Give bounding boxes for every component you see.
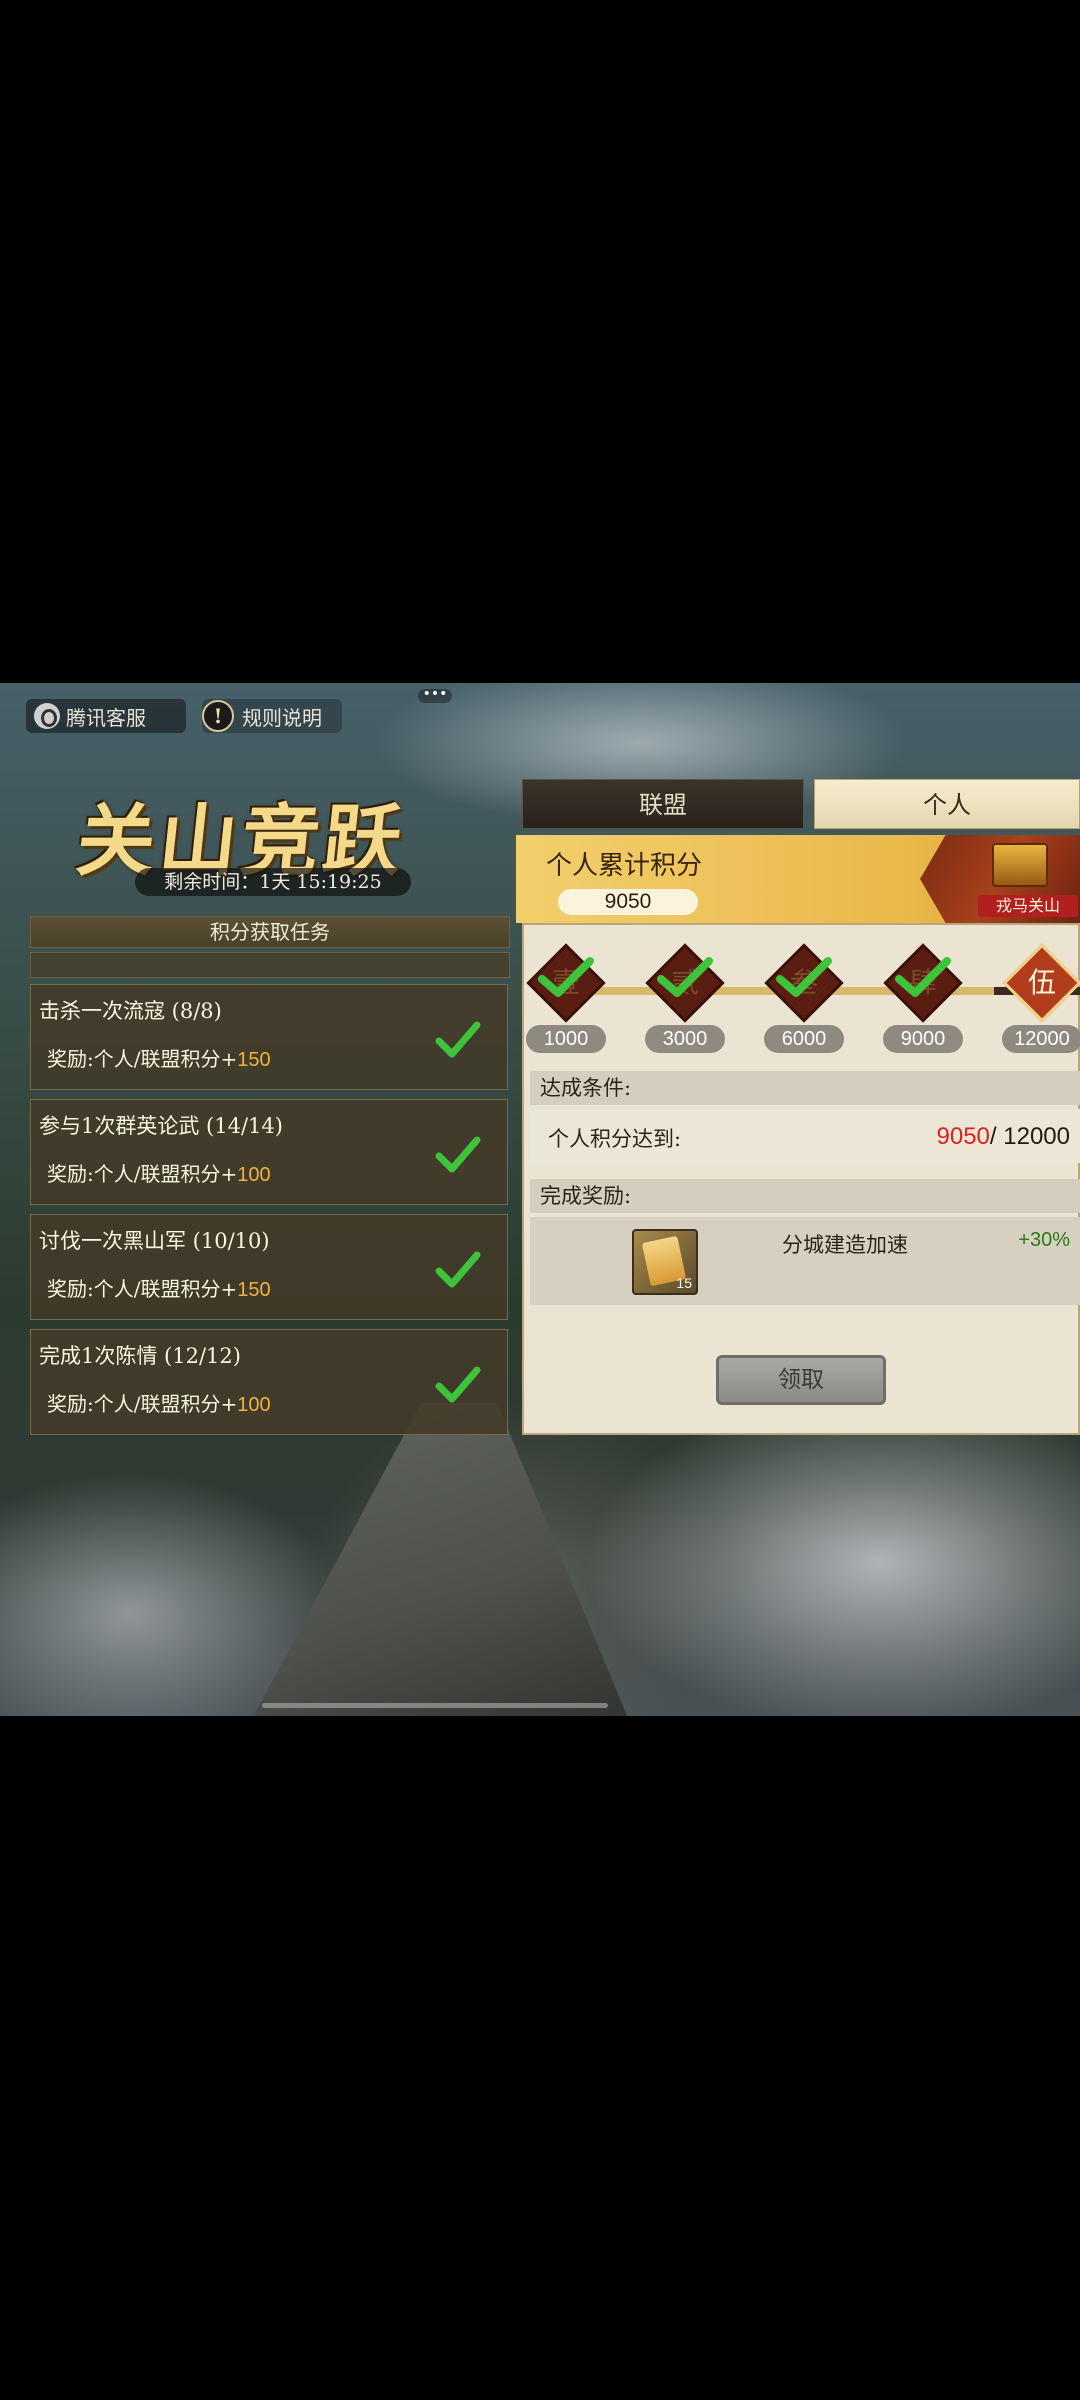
task-reward: 奖励:个人/联盟积分+150 [47,1277,271,1301]
exclamation-icon: ! [202,700,234,732]
task-card: 击杀一次流寇 (8/8) 奖励:个人/联盟积分+150 [30,984,508,1090]
tasks-header: 积分获取任务 [30,916,510,948]
more-options-icon[interactable]: ••• [418,687,452,703]
condition-text: 个人积分达到: [548,1127,682,1151]
task-card: 讨伐一次黑山军 (10/10) 奖励:个人/联盟积分+150 [30,1214,508,1320]
treasure-chest-icon [992,843,1048,887]
support-label: 腾讯客服 [66,705,146,730]
personal-panel: 壹 1000 贰 3000 叁 6000 肆 9000 伍 12000 达成条件… [522,923,1080,1435]
check-icon [538,957,594,997]
check-icon [435,1251,481,1288]
condition-progress: 9050/ 12000 [936,1123,1070,1150]
great-wall-background [250,1403,630,1716]
task-title: 击杀一次流寇 (8/8) [39,999,222,1023]
game-screen: ••• 腾讯客服 ! 规则说明 关山竞跃 剩余时间：1天 15:19:25 积分… [0,683,1080,1716]
task-reward: 奖励:个人/联盟积分+150 [47,1047,271,1071]
milestone-char: 伍 [1027,966,1056,999]
task-title: 讨伐一次黑山军 (10/10) [39,1229,270,1253]
score-label: 个人累计积分 [546,851,703,881]
rules-button[interactable]: ! 规则说明 [202,699,342,733]
rules-label: 规则说明 [242,705,322,730]
home-indicator[interactable] [262,1703,608,1708]
chest-label: 戎马关山 [978,895,1078,917]
task-card: 完成1次陈情 (12/12) 奖励:个人/联盟积分+100 [30,1329,508,1435]
task-reward: 奖励:个人/联盟积分+100 [47,1392,271,1416]
tasks-divider [30,952,510,978]
tab-alliance[interactable]: 联盟 [522,779,804,829]
claim-button[interactable]: 领取 [716,1355,886,1405]
tab-personal[interactable]: 个人 [814,779,1080,829]
task-title: 完成1次陈情 (12/12) [39,1344,241,1368]
remaining-time: 剩余时间：1天 15:19:25 [135,868,411,896]
check-icon [435,1366,481,1403]
support-button[interactable]: 腾讯客服 [26,699,186,733]
item-count: 15 [676,1275,692,1291]
task-title: 参与1次群英论武 (14/14) [39,1114,283,1138]
reward-chest[interactable]: 戎马关山 [920,835,1080,923]
check-icon [435,1021,481,1058]
milestone-threshold: 12000 [1002,1025,1080,1053]
check-icon [895,957,951,997]
milestone-threshold: 3000 [645,1025,725,1053]
task-reward: 奖励:个人/联盟积分+100 [47,1162,271,1186]
check-icon [776,957,832,997]
milestone-threshold: 1000 [526,1025,606,1053]
check-icon [657,957,713,997]
score-value: 9050 [558,889,698,915]
check-icon [435,1136,481,1173]
condition-header: 达成条件: [530,1071,1080,1105]
tencent-logo-icon [34,703,60,729]
milestone-threshold: 6000 [764,1025,844,1053]
reward-row: 15 分城建造加速 +30% [530,1217,1080,1305]
milestone-threshold: 9000 [883,1025,963,1053]
reward-header: 完成奖励: [530,1179,1080,1213]
reward-item-name: 分城建造加速 [782,1233,908,1257]
reward-bonus: +30% [1018,1229,1070,1251]
condition-row: 个人积分达到: 9050/ 12000 [530,1109,1080,1163]
construction-speedup-icon[interactable]: 15 [632,1229,698,1295]
task-card: 参与1次群英论武 (14/14) 奖励:个人/联盟积分+100 [30,1099,508,1205]
